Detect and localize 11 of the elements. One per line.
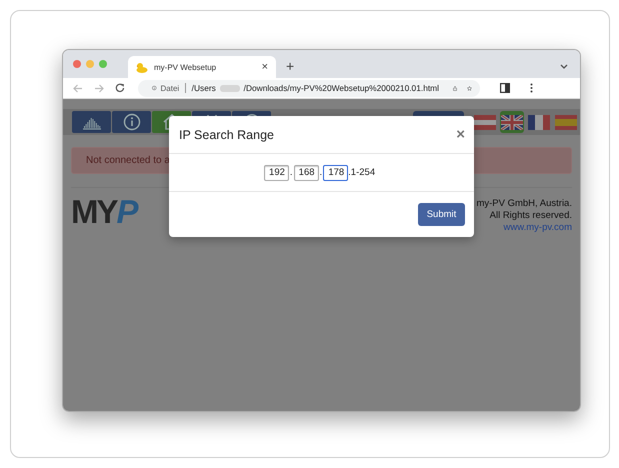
copyright-text: my-PV GmbH, Austria. bbox=[476, 198, 572, 210]
dialog-title: IP Search Range bbox=[179, 128, 274, 142]
separator: . bbox=[320, 167, 322, 178]
scheme-label: Datei bbox=[160, 84, 180, 92]
separator: . bbox=[290, 167, 293, 178]
tab-title: my-PV Websetup bbox=[154, 62, 218, 72]
range-suffix: .1-254 bbox=[348, 167, 376, 178]
logo: MYP bbox=[71, 195, 137, 232]
url-text: /Users bbox=[192, 83, 216, 93]
url-text: /Downloads/my-PV%20Websetup%2000210.01.html bbox=[244, 83, 440, 93]
copyright-text: All Rights reserved. bbox=[488, 210, 572, 222]
